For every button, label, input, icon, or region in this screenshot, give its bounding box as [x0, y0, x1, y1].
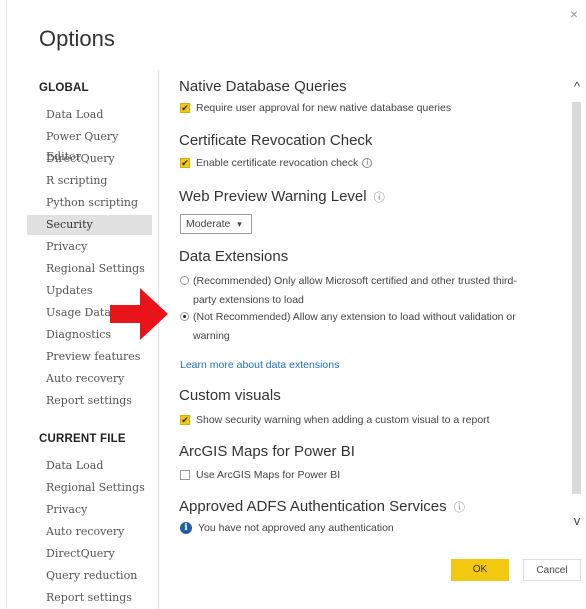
nav-item-privacy[interactable]: Privacy	[27, 237, 152, 257]
nav-item-python-scripting[interactable]: Python scripting	[27, 193, 152, 213]
ok-button[interactable]: OK	[451, 559, 509, 581]
nav-item-directquery[interactable]: DirectQuery	[27, 149, 152, 169]
adfs-message: i You have not approved any authenticati…	[180, 522, 394, 534]
option-not-recommended-line1: (Not Recommended) Allow any extension to…	[193, 311, 516, 323]
nav-item-data-load[interactable]: Data Load	[27, 105, 152, 125]
arcgis-option[interactable]: Use ArcGIS Maps for Power BI	[180, 469, 340, 481]
cert-revocation-option[interactable]: ✔ Enable certificate revocation check i	[180, 157, 373, 169]
nav-item-power-query-editor[interactable]: Power Query Editor	[27, 127, 152, 163]
data-extensions-title: Data Extensions	[179, 248, 289, 265]
custom-visuals-option[interactable]: ✔ Show security warning when adding a cu…	[180, 414, 490, 426]
nav-item-security[interactable]: Security	[27, 215, 152, 235]
nav-item-regional-settings[interactable]: Regional Settings	[27, 259, 152, 279]
adfs-title: Approved ADFS Authentication Services ⓘ	[179, 498, 465, 515]
red-arrow-annotation	[110, 288, 168, 340]
close-button[interactable]: ×	[566, 6, 582, 22]
nav-item-file-privacy[interactable]: Privacy	[27, 500, 152, 520]
arcgis-checkbox[interactable]	[180, 470, 190, 480]
nav-item-file-auto-recovery[interactable]: Auto recovery	[27, 522, 152, 542]
content-scrollbar[interactable]: ^ v	[567, 72, 586, 552]
native-db-checkbox[interactable]: ✔	[180, 103, 190, 113]
nav-item-file-directquery[interactable]: DirectQuery	[27, 544, 152, 564]
native-db-option[interactable]: ✔ Require user approval for new native d…	[180, 102, 451, 114]
radio-not-recommended[interactable]	[180, 312, 189, 321]
arcgis-title: ArcGIS Maps for Power BI	[179, 443, 355, 460]
web-preview-level-dropdown[interactable]: Moderate ▾	[180, 214, 252, 234]
nav-item-file-data-load[interactable]: Data Load	[27, 456, 152, 476]
cert-revocation-checkbox[interactable]: ✔	[180, 158, 190, 168]
nav-item-r-scripting[interactable]: R scripting	[27, 171, 152, 191]
custom-visuals-label: Show security warning when adding a cust…	[196, 414, 490, 426]
custom-visuals-title: Custom visuals	[179, 387, 281, 404]
chevron-down-icon: ▾	[237, 219, 242, 229]
extensions-option-recommended[interactable]: (Recommended) Only allow Microsoft certi…	[180, 272, 550, 310]
adfs-message-text: You have not approved any authentication	[198, 522, 394, 534]
cert-revocation-label: Enable certificate revocation check	[196, 157, 359, 169]
radio-recommended[interactable]	[180, 276, 189, 285]
info-icon[interactable]: ⓘ	[454, 502, 465, 514]
nav-item-auto-recovery[interactable]: Auto recovery	[27, 369, 152, 389]
scroll-up-arrow-icon[interactable]: ^	[570, 80, 584, 94]
nav-item-file-regional-settings[interactable]: Regional Settings	[27, 478, 152, 498]
info-filled-icon: i	[180, 522, 192, 534]
dropdown-value: Moderate	[186, 218, 231, 230]
custom-visuals-checkbox[interactable]: ✔	[180, 415, 190, 425]
scroll-down-arrow-icon[interactable]: v	[570, 514, 584, 528]
info-icon[interactable]: i	[362, 158, 373, 168]
nav-item-preview-features[interactable]: Preview features	[27, 347, 152, 367]
dialog-title: Options	[39, 26, 115, 51]
cert-revocation-title: Certificate Revocation Check	[179, 132, 373, 149]
nav-item-report-settings[interactable]: Report settings	[27, 391, 152, 411]
security-settings-pane: Native Database Queries ✔ Require user a…	[179, 72, 561, 552]
cancel-button[interactable]: Cancel	[523, 559, 581, 581]
nav-item-file-query-reduction[interactable]: Query reduction	[27, 566, 152, 586]
red-arrow-shape	[110, 288, 168, 340]
arcgis-label: Use ArcGIS Maps for Power BI	[196, 469, 341, 481]
options-dialog: × Options GLOBAL Data Load Power Query E…	[6, 0, 586, 609]
nav-header-global: GLOBAL	[39, 82, 89, 94]
info-icon[interactable]: ⓘ	[374, 192, 385, 204]
native-db-title: Native Database Queries	[179, 78, 347, 95]
option-not-recommended-line2: warning	[193, 330, 230, 342]
data-extensions-learn-more-link[interactable]: Learn more about data extensions	[180, 359, 339, 371]
nav-header-current-file: CURRENT FILE	[39, 433, 126, 445]
option-recommended-line1: (Recommended) Only allow Microsoft certi…	[193, 275, 517, 287]
web-preview-title: Web Preview Warning Level ⓘ	[179, 188, 385, 205]
extensions-option-not-recommended[interactable]: (Not Recommended) Allow any extension to…	[180, 308, 550, 346]
scroll-thumb[interactable]	[572, 102, 581, 494]
nav-item-file-report-settings[interactable]: Report settings	[27, 588, 152, 608]
native-db-label: Require user approval for new native dat…	[196, 102, 452, 114]
